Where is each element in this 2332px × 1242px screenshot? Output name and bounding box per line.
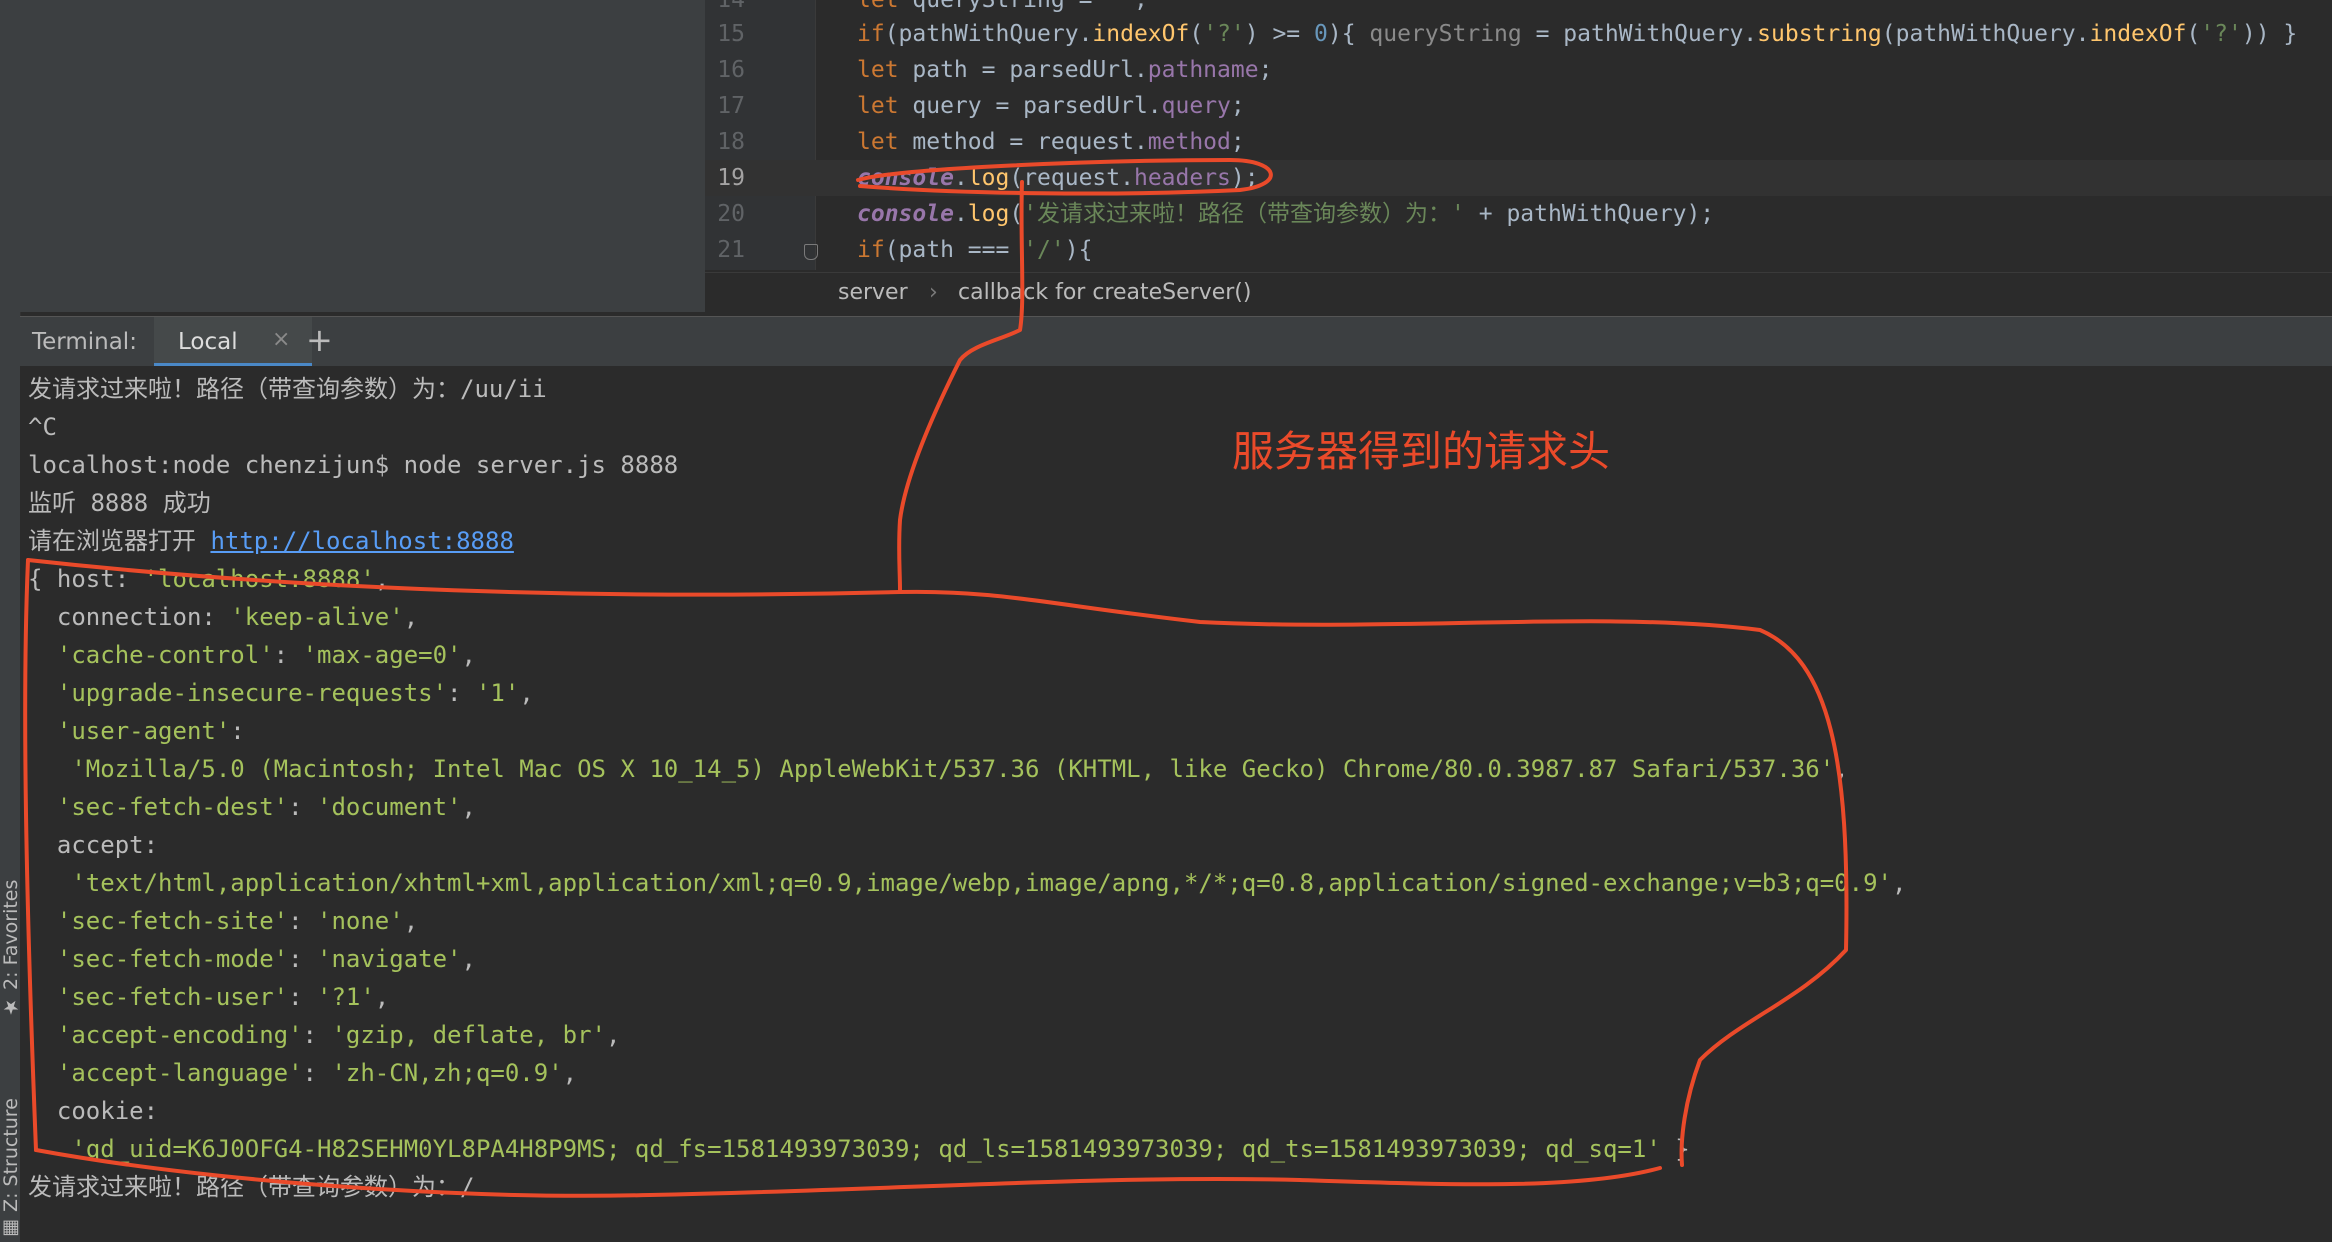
line-number: 20 [717,201,745,227]
terminal-line: 'sec-fetch-site': 'none', [56,907,419,935]
code-line-current[interactable]: 19 console.log(request.headers); [705,160,2332,196]
code-text: if(path === '/'){ [857,237,1093,263]
terminal-line: 发请求过来啦！路径（带查询参数）为：/ [28,1173,475,1201]
project-panel [20,0,705,312]
line-number: 19 [717,165,745,191]
annotation-label: 服务器得到的请求头 [1232,427,1611,476]
terminal-line: 'qd_uid=K6J0OFG4-H82SEHM0YL8PA4H8P9MS; q… [71,1135,1690,1163]
terminal-line: { host: 'localhost:8888', [28,565,390,593]
line-number: 16 [717,57,745,83]
code-editor[interactable]: 14 let queryString = ''; 15 if(pathWithQ… [705,0,2332,313]
code-text: let method = request.method; [857,129,1245,155]
favorites-tab-label: 2: Favorites [0,879,22,990]
terminal-line: 'text/html,application/xhtml+xml,applica… [71,869,1907,897]
terminal-line: 'upgrade-insecure-requests': '1', [56,679,534,707]
terminal-line: connection: 'keep-alive', [28,603,419,631]
code-line[interactable]: 20 console.log('发请求过来啦！路径（带查询参数）为：' + pa… [705,196,2332,232]
code-text: console.log('发请求过来啦！路径（带查询参数）为：' + pathW… [857,201,1715,227]
code-line[interactable]: 18 let method = request.method; [705,124,2332,160]
terminal-line: cookie: [28,1097,159,1125]
close-icon[interactable]: × [272,327,290,352]
localhost-link[interactable]: http://localhost:8888 [210,527,513,555]
terminal-line: 'accept-encoding': 'gzip, deflate, br', [56,1021,621,1049]
terminal-line: 'sec-fetch-dest': 'document', [56,793,476,821]
star-icon: ★ [0,996,22,1018]
breadcrumb-item-callback[interactable]: callback for createServer() [958,280,1251,305]
left-tool-strip: ★ 2: Favorites ▦ Z: Structure [0,0,22,1242]
code-line[interactable]: 17 let query = parsedUrl.query; [705,88,2332,124]
terminal-line: 'Mozilla/5.0 (Macintosh; Intel Mac OS X … [71,755,1849,783]
favorites-tool-tab[interactable]: ★ 2: Favorites [0,868,22,1018]
code-text: let path = parsedUrl.pathname; [857,57,1273,83]
structure-tab-label: Z: Structure [0,1098,22,1212]
terminal-line: 监听 8888 成功 [28,489,211,517]
terminal-line: 'user-agent': [56,717,245,745]
terminal-line: ^C [28,413,57,441]
terminal-line: localhost:node chenzijun$ node server.js… [28,451,679,479]
line-number: 17 [717,93,745,119]
terminal-output[interactable]: 发请求过来啦！路径（带查询参数）为：/uu/ii ^C localhost:node… [20,366,2332,1242]
terminal-line: 发请求过来啦！路径（带查询参数）为：/uu/ii [28,375,547,403]
code-line[interactable]: 15 if(pathWithQuery.indexOf('?') >= 0){ … [705,16,2332,52]
terminal-line: accept: [28,831,159,859]
terminal-line: 'sec-fetch-user': '?1', [56,983,390,1011]
line-number: 21 [717,237,745,263]
add-terminal-button[interactable]: + [306,321,333,359]
code-text: console.log(request.headers); [857,165,1259,191]
code-text: let query = parsedUrl.query; [857,93,1245,119]
terminal-label: Terminal: [32,329,137,355]
terminal-line: 'cache-control': 'max-age=0', [56,641,476,669]
chevron-right-icon: › [929,280,938,305]
ide-window: ★ 2: Favorites ▦ Z: Structure 14 let que… [0,0,2332,1242]
breadcrumb: server › callback for createServer() [705,272,2332,313]
structure-icon: ▦ [0,1218,22,1240]
terminal-line: 'accept-language': 'zh-CN,zh;q=0.9', [56,1059,578,1087]
terminal-line: 请在浏览器打开 http://localhost:8888 [28,527,514,555]
tab-local[interactable]: Local × [154,317,312,367]
code-line[interactable]: 16 let path = parsedUrl.pathname; [705,52,2332,88]
line-number: 18 [717,129,745,155]
fold-icon[interactable] [804,244,818,260]
code-line[interactable]: 21 if(path === '/'){ [705,232,2332,268]
breadcrumb-item-server[interactable]: server [838,280,908,305]
tab-local-label: Local [178,329,238,355]
terminal-line: 'sec-fetch-mode': 'navigate', [56,945,476,973]
terminal-tab-bar: Terminal: Local × + [20,316,2332,367]
code-text: if(pathWithQuery.indexOf('?') >= 0){ que… [857,21,2298,47]
structure-tool-tab[interactable]: ▦ Z: Structure [0,1060,22,1240]
line-number: 15 [717,21,745,47]
